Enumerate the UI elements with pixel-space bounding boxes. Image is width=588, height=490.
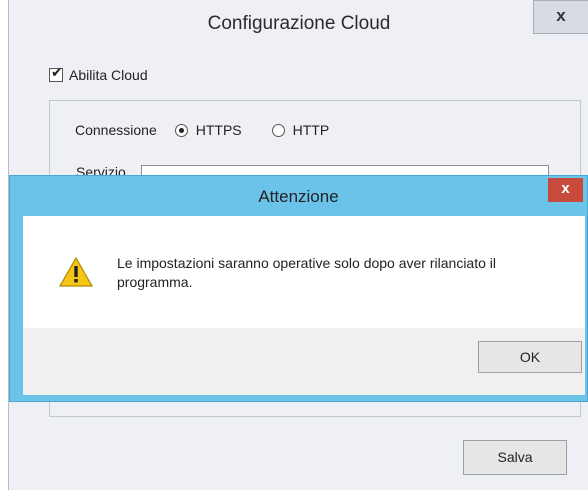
main-titlebar[interactable]: Configurazione Cloud x <box>9 0 588 44</box>
radio-https-label[interactable]: HTTPS <box>196 122 242 138</box>
connection-label: Connessione <box>75 122 157 138</box>
connection-row: Connessione HTTPS HTTP <box>75 122 359 138</box>
enable-cloud-row[interactable]: ✔ Abilita Cloud <box>49 65 148 85</box>
dialog-footer: OK <box>23 328 585 395</box>
main-window-title: Configurazione Cloud <box>207 13 391 34</box>
dialog-close-button[interactable]: x <box>548 178 583 202</box>
ok-button[interactable]: OK <box>478 341 582 373</box>
warning-icon <box>59 256 93 287</box>
dialog-title: Attenzione <box>258 187 339 206</box>
enable-cloud-label: Abilita Cloud <box>69 67 148 83</box>
radio-http-label[interactable]: HTTP <box>293 122 330 138</box>
radio-https[interactable] <box>174 123 188 137</box>
checkmark-icon: ✔ <box>51 65 63 81</box>
main-close-button[interactable]: x <box>533 0 588 34</box>
warning-dialog: Attenzione x Le impostazioni saranno ope… <box>9 175 588 402</box>
radio-http[interactable] <box>271 123 285 137</box>
dialog-message: Le impostazioni saranno operative solo d… <box>117 255 496 290</box>
enable-cloud-checkbox[interactable]: ✔ <box>49 65 63 82</box>
save-button[interactable]: Salva <box>463 440 567 475</box>
dialog-titlebar[interactable]: Attenzione x <box>10 176 587 216</box>
dialog-body: Le impostazioni saranno operative solo d… <box>23 216 585 328</box>
